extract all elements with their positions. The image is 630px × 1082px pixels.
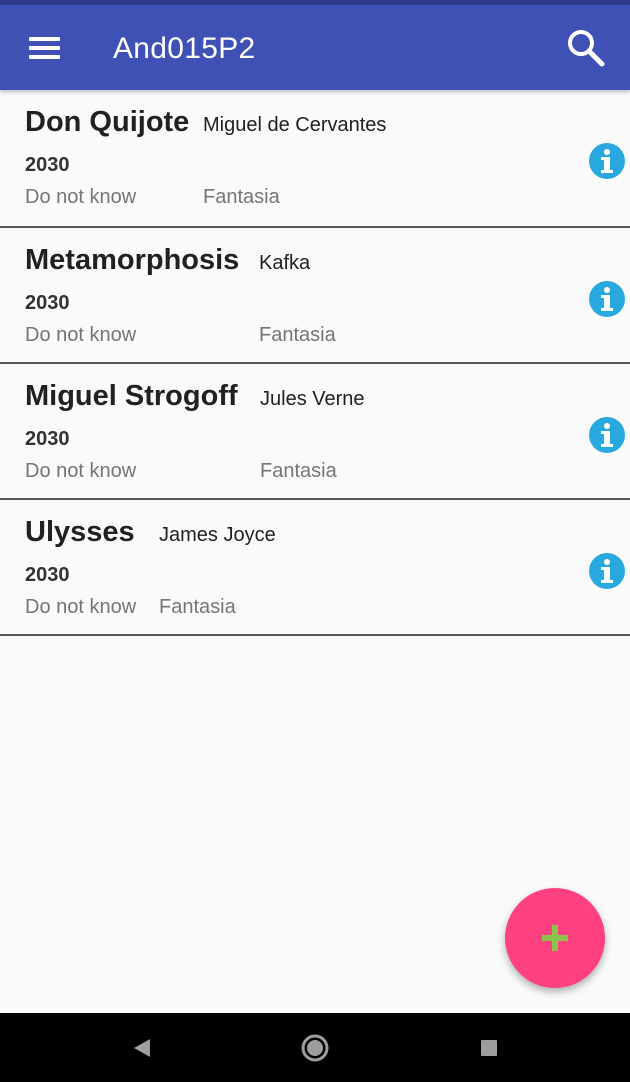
book-author: Miguel de Cervantes xyxy=(203,114,387,136)
book-title: Metamorphosis xyxy=(25,244,240,276)
book-list-item[interactable]: Miguel Strogoff Jules Verne 2030 Do not … xyxy=(0,364,630,500)
book-year: 2030 xyxy=(25,564,70,586)
book-title: Ulysses xyxy=(25,516,135,548)
recents-button[interactable] xyxy=(474,1033,504,1063)
book-title: Miguel Strogoff xyxy=(25,380,238,412)
info-button[interactable] xyxy=(588,552,626,590)
book-list-item[interactable]: Metamorphosis Kafka 2030 Do not know Fan… xyxy=(0,228,630,364)
book-status: Do not know xyxy=(25,460,137,482)
search-button[interactable] xyxy=(563,25,609,71)
book-status: Do not know xyxy=(25,324,137,346)
info-icon xyxy=(589,553,625,589)
info-button[interactable] xyxy=(588,280,626,318)
home-button[interactable] xyxy=(300,1033,330,1063)
book-list-item[interactable]: Don Quijote Miguel de Cervantes 2030 Do … xyxy=(0,90,630,228)
book-status: Do not know xyxy=(25,596,137,618)
app-bar: And015P2 xyxy=(0,5,630,90)
info-icon xyxy=(589,143,625,179)
book-genre: Fantasia xyxy=(159,596,236,618)
book-author: Kafka xyxy=(259,252,311,274)
back-triangle-icon xyxy=(134,1039,150,1057)
book-year: 2030 xyxy=(25,428,70,450)
book-author: Jules Verne xyxy=(260,388,365,410)
book-genre: Fantasia xyxy=(259,324,336,346)
app-title: And015P2 xyxy=(113,32,256,65)
system-navigation-bar xyxy=(0,1013,630,1082)
info-button[interactable] xyxy=(588,416,626,454)
book-author: James Joyce xyxy=(159,524,276,546)
book-title: Don Quijote xyxy=(25,106,190,138)
info-button[interactable] xyxy=(588,142,626,180)
search-icon xyxy=(568,30,605,67)
book-genre: Fantasia xyxy=(260,460,337,482)
book-genre: Fantasia xyxy=(203,186,280,208)
book-list-item[interactable]: Ulysses James Joyce 2030 Do not know Fan… xyxy=(0,500,630,636)
home-circle-icon xyxy=(301,1034,329,1062)
app-screen: And015P2 Don Quijote Miguel de Cervantes… xyxy=(0,0,630,1082)
recents-square-icon xyxy=(481,1040,497,1056)
info-icon xyxy=(589,417,625,453)
book-year: 2030 xyxy=(25,154,70,176)
menu-button[interactable] xyxy=(22,29,66,67)
book-list: Don Quijote Miguel de Cervantes 2030 Do … xyxy=(0,90,630,636)
book-status: Do not know xyxy=(25,186,137,208)
back-button[interactable] xyxy=(128,1033,158,1063)
add-book-button[interactable] xyxy=(505,888,605,988)
book-year: 2030 xyxy=(25,292,70,314)
info-icon xyxy=(589,281,625,317)
